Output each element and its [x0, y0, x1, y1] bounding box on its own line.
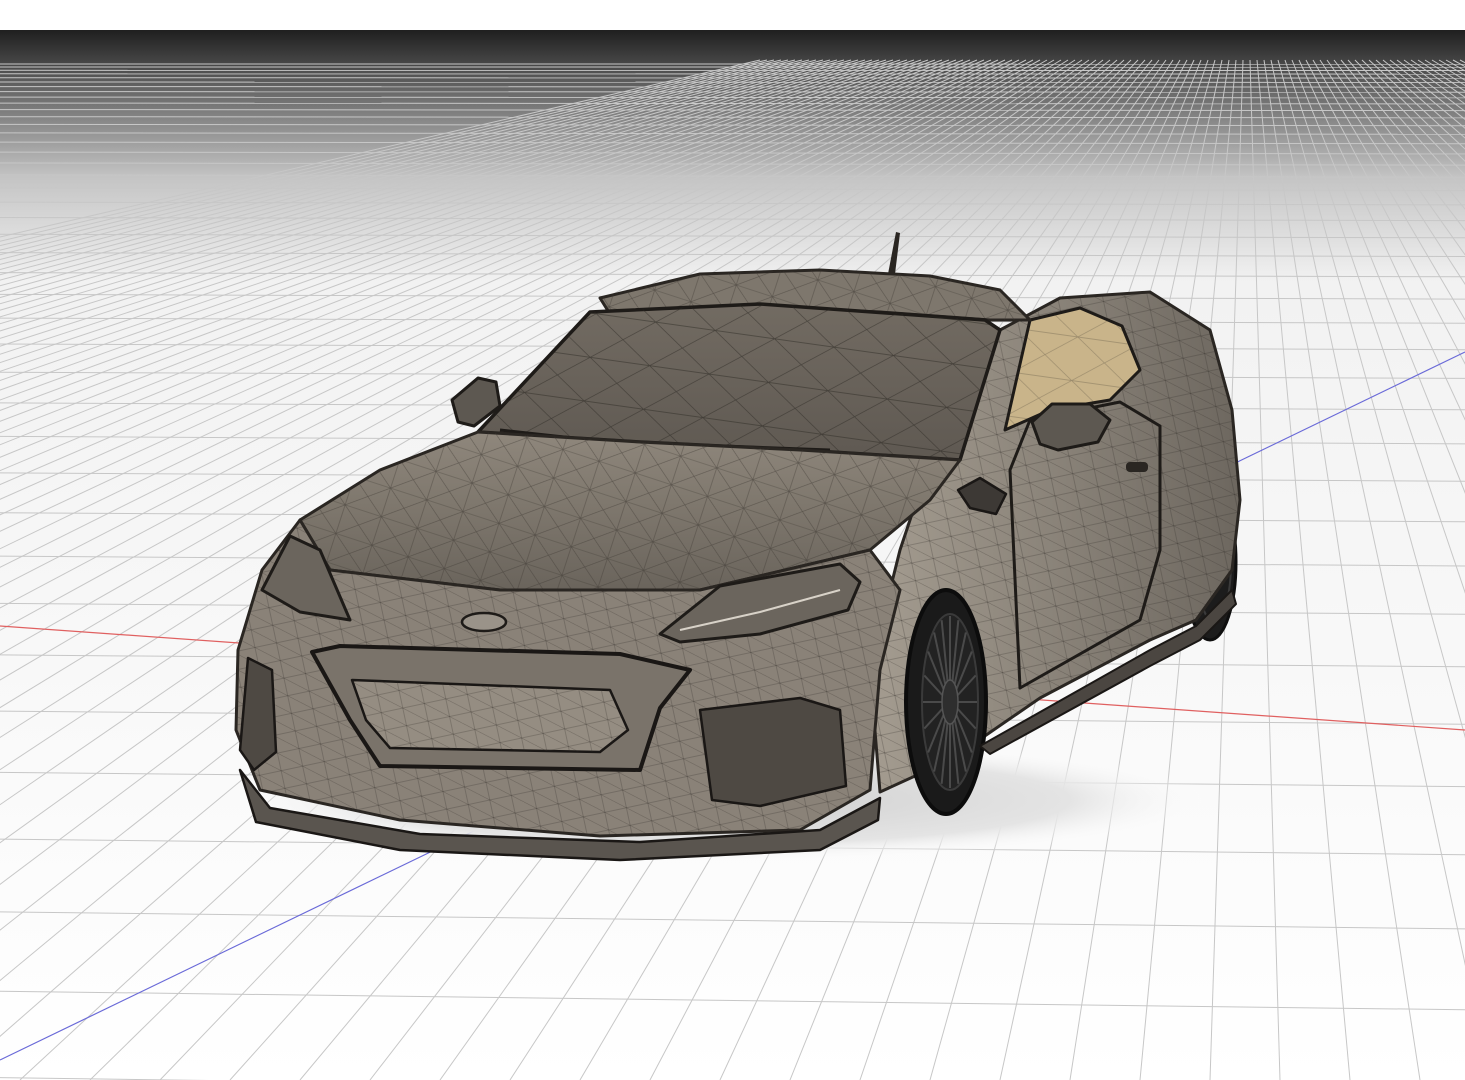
grid-line-h	[0, 96, 1465, 99]
viewport-canvas[interactable]	[0, 30, 1465, 1080]
top-margin	[0, 0, 1465, 30]
front-badge	[460, 611, 508, 633]
right-side-mirror	[1030, 402, 1112, 452]
door-handle	[1126, 462, 1148, 472]
left-air-intake	[238, 656, 278, 772]
3d-viewport[interactable]	[0, 30, 1465, 1080]
front-wheel[interactable]	[904, 588, 988, 816]
modeling-app	[0, 0, 1465, 1080]
right-air-intake	[698, 696, 848, 808]
